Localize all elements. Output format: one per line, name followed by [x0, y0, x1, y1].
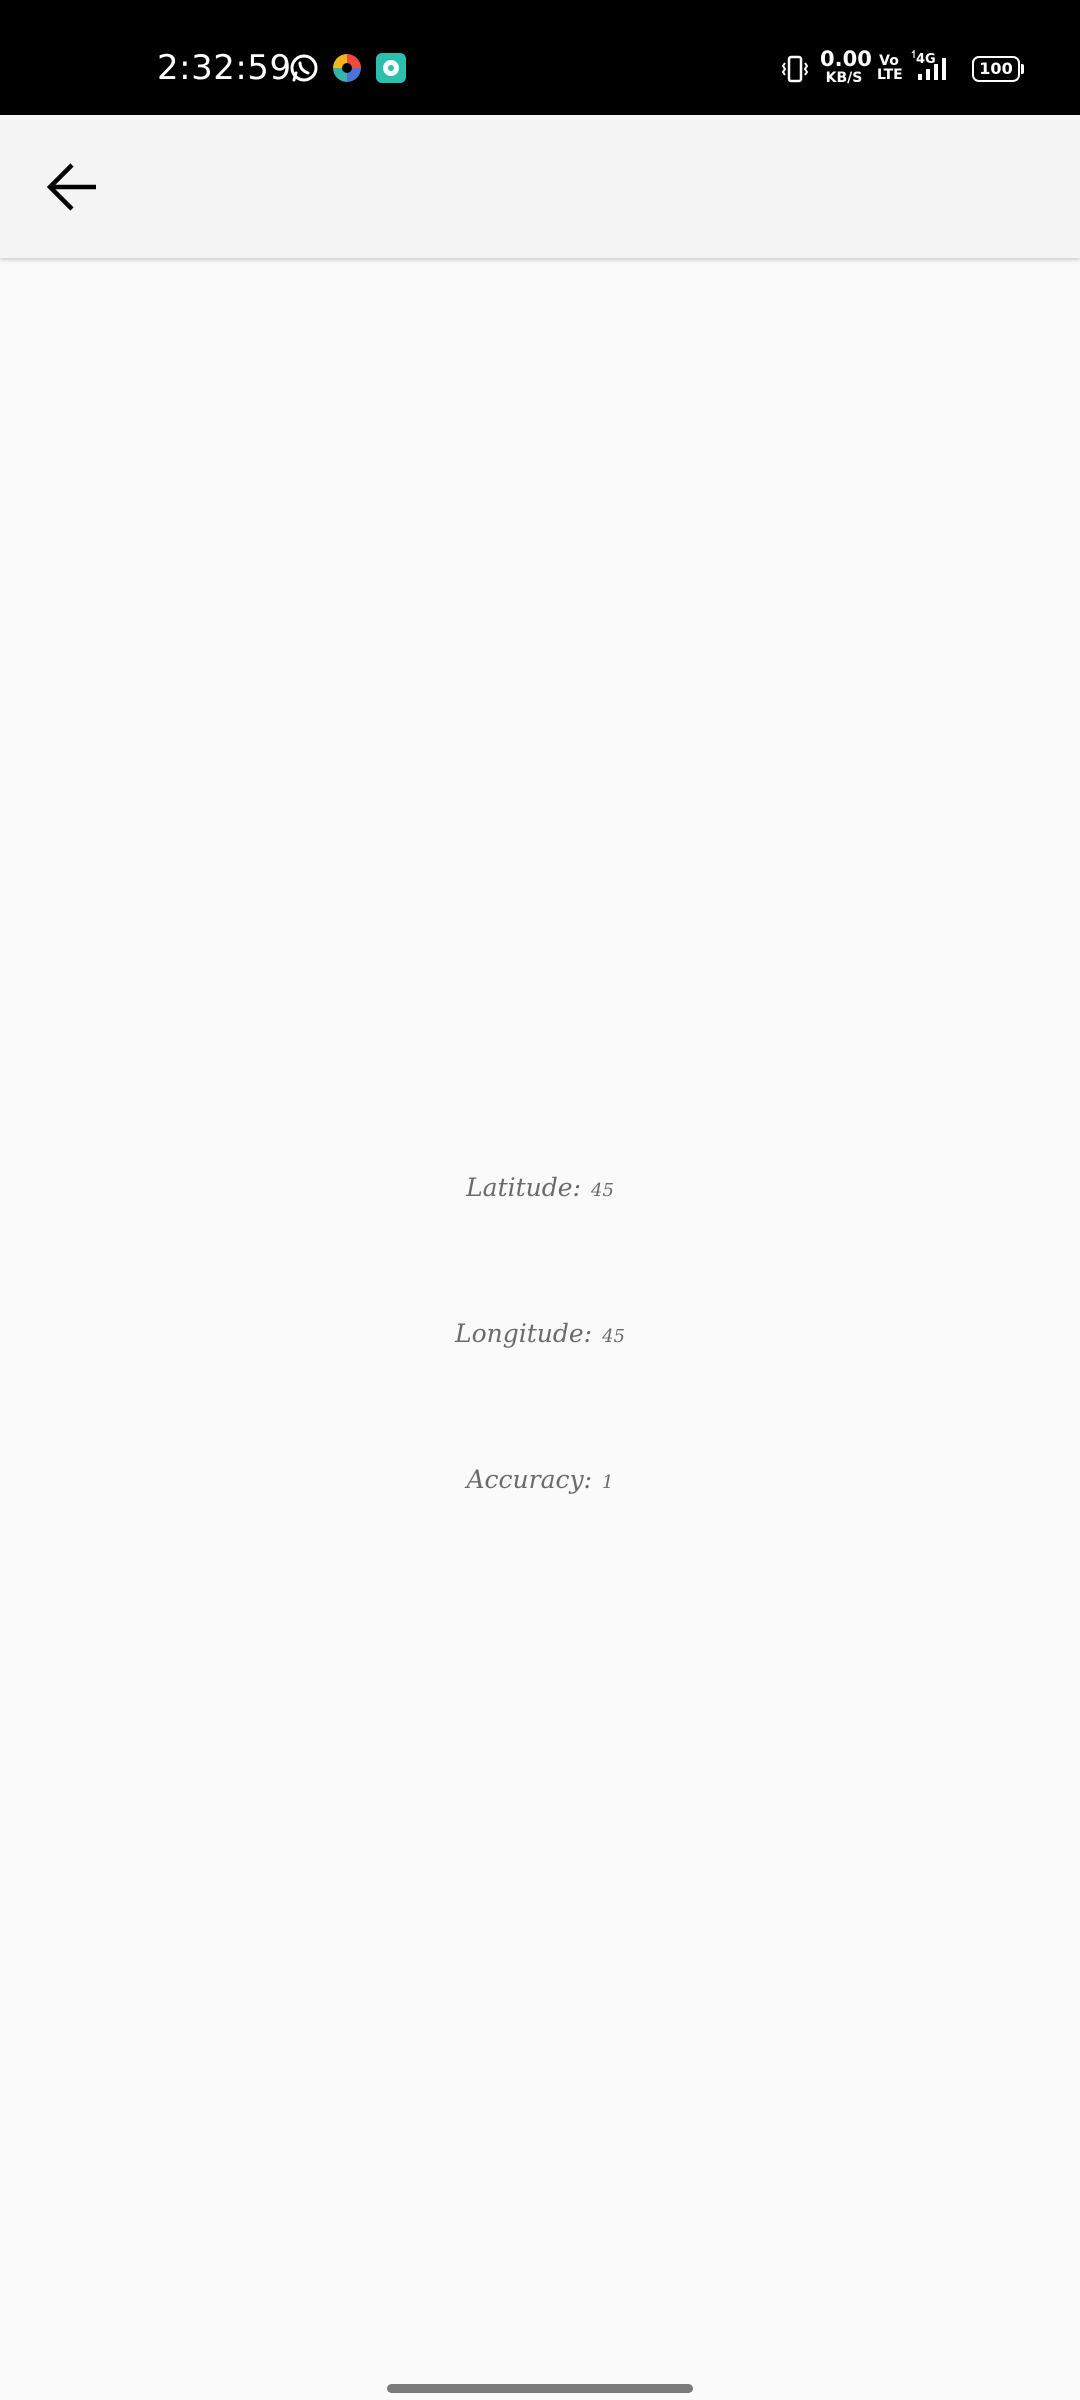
- network-speed-value: 0.00: [820, 47, 872, 71]
- gesture-navigation-bar[interactable]: [387, 2384, 693, 2393]
- volte-top: Vo: [879, 53, 899, 69]
- volte-indicator: Vo LTE: [877, 53, 903, 83]
- screen: 2:32:59 0.00 KB/S Vo LTE 4G 100 Latitude…: [0, 0, 1080, 2400]
- longitude-value: 45: [602, 1326, 626, 1347]
- network-speed-unit: KB/S: [825, 70, 863, 86]
- status-bar: 2:32:59 0.00 KB/S Vo LTE 4G 100: [0, 0, 1080, 115]
- signal-icon: 4G: [910, 49, 958, 84]
- accuracy-label: Accuracy:: [466, 1465, 593, 1494]
- battery-indicator: 100: [972, 56, 1024, 82]
- longitude-row: Longitude: 45: [0, 1314, 1080, 1357]
- longitude-label: Longitude:: [454, 1319, 593, 1348]
- network-speed: 0.00 KB/S: [820, 47, 872, 86]
- app-bar: [0, 115, 1080, 258]
- colorful-app-icon: [331, 52, 363, 84]
- back-button[interactable]: [30, 145, 114, 229]
- latitude-label: Latitude:: [466, 1173, 581, 1202]
- teal-chat-app-icon: [375, 52, 407, 84]
- arrow-left-icon: [46, 163, 96, 211]
- status-time: 2:32:59: [157, 48, 292, 88]
- latitude-value: 45: [591, 1180, 614, 1201]
- volte-bottom: LTE: [877, 67, 903, 83]
- network-type-label: 4G: [916, 52, 936, 67]
- whatsapp-icon: [288, 52, 320, 84]
- accuracy-row: Accuracy: 1: [0, 1460, 1080, 1503]
- vibrate-icon: [780, 54, 810, 84]
- accuracy-value: 1: [602, 1472, 614, 1493]
- latitude-row: Latitude: 45: [0, 1168, 1080, 1211]
- location-content: Latitude: 45 Longitude: 45 Accuracy: 1: [0, 258, 1080, 2400]
